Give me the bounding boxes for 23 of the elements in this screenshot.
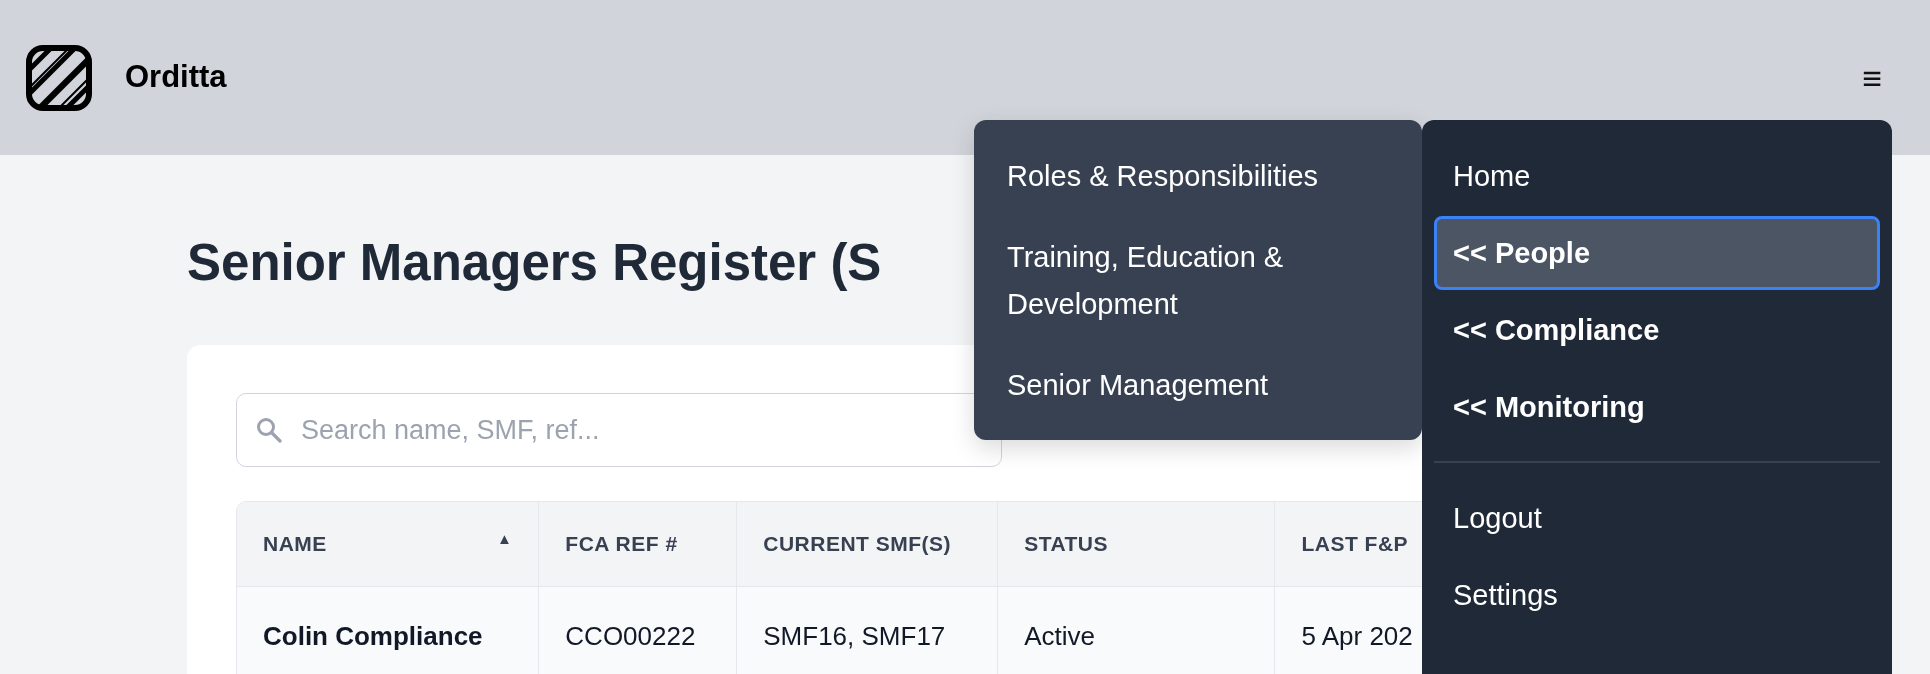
menu-item[interactable]: << People (1434, 216, 1880, 290)
table-cell: SMF16, SMF17 (736, 586, 998, 674)
logo-icon (25, 43, 93, 112)
menu-item[interactable]: Settings (1434, 558, 1880, 632)
menu-button[interactable]: ≡ (1854, 60, 1890, 95)
menu-item[interactable]: Logout (1434, 481, 1880, 555)
table-cell: Active (997, 586, 1275, 674)
menu-item[interactable]: << Compliance (1434, 293, 1880, 367)
page-title: Senior Managers Register (S (187, 233, 882, 293)
menu-item[interactable]: Home (1434, 139, 1880, 213)
column-header[interactable]: FCA REF # (538, 502, 737, 587)
menu-item[interactable]: Roles & Responsibilities (974, 136, 1422, 217)
menu-item[interactable]: Training, Education & Development (974, 217, 1422, 345)
column-header[interactable]: CURRENT SMF(S) (736, 502, 998, 587)
menu-item[interactable]: << Monitoring (1434, 370, 1880, 444)
search-field[interactable]: Search name, SMF, ref... (236, 393, 1002, 468)
search-icon (256, 417, 282, 444)
table-cell: Colin Compliance (237, 586, 539, 674)
column-header[interactable]: STATUS (997, 502, 1275, 587)
brand-name: Orditta (125, 58, 227, 97)
sort-indicator[interactable]: ▲ (497, 528, 513, 551)
table-cell: CCO00222 (538, 586, 737, 674)
column-header[interactable]: NAME (263, 532, 327, 556)
